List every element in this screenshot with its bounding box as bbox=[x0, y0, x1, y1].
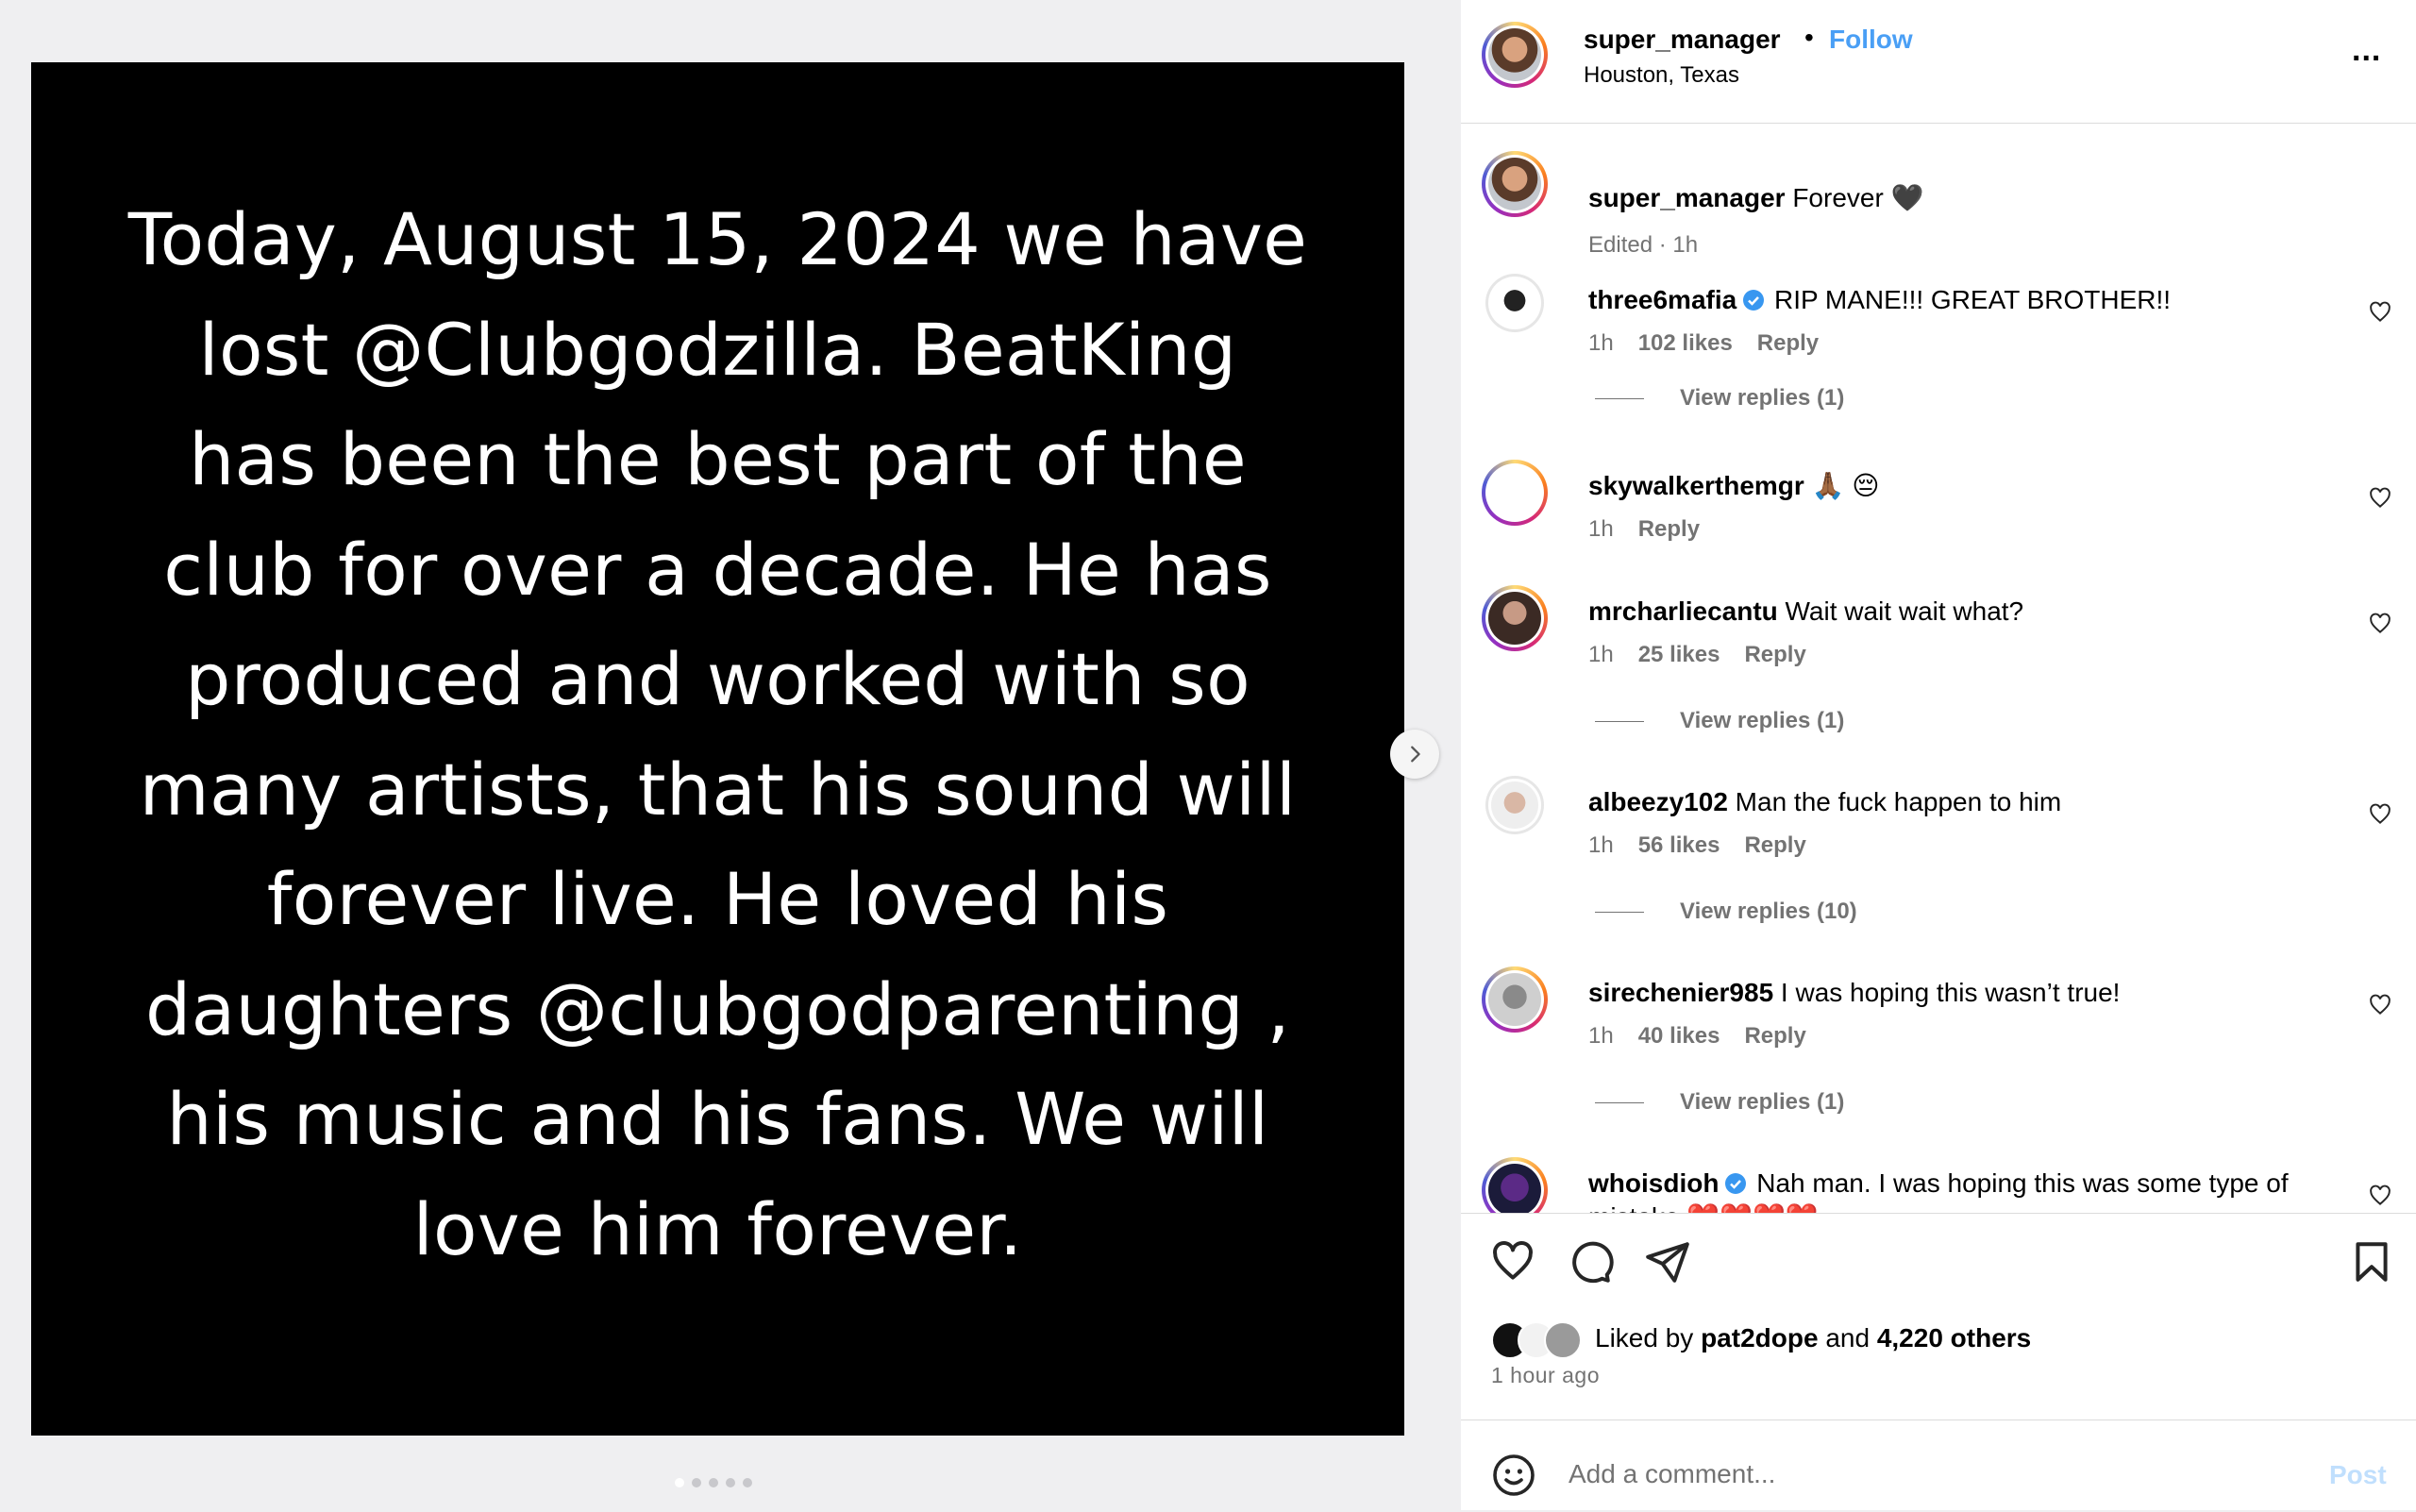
slide-dot bbox=[743, 1478, 752, 1487]
liked-prefix: Liked by bbox=[1595, 1323, 1694, 1352]
avatar[interactable] bbox=[1482, 460, 1548, 526]
slide-dot bbox=[692, 1478, 701, 1487]
avatar[interactable] bbox=[1482, 1157, 1548, 1213]
chevron-right-icon bbox=[1411, 746, 1420, 763]
view-replies-button[interactable]: View replies (1) bbox=[1595, 385, 1844, 412]
reply-button[interactable]: Reply bbox=[1757, 330, 1819, 356]
comment-likes[interactable]: 40 likes bbox=[1638, 1023, 1720, 1049]
comment-likes[interactable]: 25 likes bbox=[1638, 642, 1720, 667]
post-side-panel: super_manager • Follow Houston, Texas ..… bbox=[1461, 0, 2416, 1510]
post-comment-button[interactable]: Post bbox=[2329, 1460, 2387, 1490]
separator-dot: • bbox=[1804, 23, 1814, 52]
reply-button[interactable]: Reply bbox=[1744, 832, 1805, 858]
comment-username[interactable]: mrcharliecantu bbox=[1588, 596, 1778, 626]
comment-username[interactable]: sirechenier985 bbox=[1588, 978, 1773, 1007]
emoji-icon[interactable] bbox=[1491, 1453, 1536, 1498]
verified-badge-icon bbox=[1725, 1173, 1747, 1194]
comment-time: 1h bbox=[1588, 642, 1614, 667]
reply-button[interactable]: Reply bbox=[1638, 516, 1700, 542]
post-image: Today, August 15, 2024 we have lost @Clu… bbox=[31, 62, 1404, 1436]
share-icon[interactable] bbox=[1644, 1238, 1691, 1285]
comment-username[interactable]: albeezy102 bbox=[1588, 787, 1728, 816]
media-area: Today, August 15, 2024 we have lost @Clu… bbox=[0, 0, 1461, 1510]
comments-list[interactable]: super_manager Forever 🖤 Edited · 1h thre… bbox=[1461, 123, 2416, 1213]
comment-like-icon[interactable] bbox=[2368, 612, 2392, 636]
follow-button[interactable]: Follow bbox=[1829, 25, 1913, 55]
post-image-text: Today, August 15, 2024 we have lost @Clu… bbox=[127, 197, 1308, 1271]
avatar[interactable] bbox=[1485, 776, 1544, 834]
view-replies-label[interactable]: View replies (1) bbox=[1680, 1089, 1844, 1116]
comment-username[interactable]: three6mafia bbox=[1588, 285, 1736, 314]
avatar[interactable] bbox=[1482, 966, 1548, 1033]
post-actions: Liked by pat2dope and 4,220 others 1 hou… bbox=[1461, 1213, 2416, 1511]
comment-text: 🙏🏾 😔 bbox=[1811, 471, 1880, 500]
slide-dot-active bbox=[675, 1478, 684, 1487]
comment-likes[interactable]: 102 likes bbox=[1638, 330, 1733, 356]
slide-dot bbox=[709, 1478, 718, 1487]
comment-username[interactable]: skywalkerthemgr bbox=[1588, 471, 1804, 500]
caption-text: Forever 🖤 bbox=[1792, 183, 1924, 212]
location-link[interactable]: Houston, Texas bbox=[1584, 62, 1739, 89]
liked-others-link[interactable]: 4,220 others bbox=[1877, 1323, 2031, 1352]
view-replies-label[interactable]: View replies (1) bbox=[1680, 385, 1844, 412]
save-bookmark-icon[interactable] bbox=[2348, 1238, 2395, 1285]
comment-like-icon[interactable] bbox=[2368, 802, 2392, 827]
comment-like-icon[interactable] bbox=[2368, 486, 2392, 511]
comment-likes[interactable]: 56 likes bbox=[1638, 832, 1720, 858]
comment-like-icon[interactable] bbox=[2368, 993, 2392, 1017]
comment-time: 1h bbox=[1588, 516, 1614, 542]
liked-and: and bbox=[1825, 1323, 1871, 1352]
caption-meta: Edited · 1h bbox=[1588, 232, 1699, 258]
comment-time: 1h bbox=[1588, 832, 1614, 858]
avatar[interactable] bbox=[1485, 274, 1544, 332]
post-header: super_manager • Follow Houston, Texas ..… bbox=[1461, 0, 2416, 124]
comment-time: 1h bbox=[1588, 1023, 1614, 1049]
liked-user-link[interactable]: pat2dope bbox=[1701, 1323, 1818, 1352]
comment-icon[interactable] bbox=[1567, 1238, 1614, 1285]
comment-bar: Post bbox=[1461, 1420, 2416, 1512]
reply-button[interactable]: Reply bbox=[1744, 642, 1805, 667]
comment-like-icon[interactable] bbox=[2368, 1184, 2392, 1208]
slide-dot bbox=[726, 1478, 735, 1487]
comment-time: 1h bbox=[1588, 330, 1614, 356]
post-timestamp[interactable]: 1 hour ago bbox=[1491, 1363, 1600, 1388]
view-replies-button[interactable]: View replies (10) bbox=[1595, 899, 1857, 925]
caption-username[interactable]: super_manager bbox=[1588, 183, 1786, 212]
liked-by-avatars bbox=[1491, 1321, 1582, 1359]
comment-text: RIP MANE!!! GREAT BROTHER!! bbox=[1773, 285, 2172, 314]
reply-button[interactable]: Reply bbox=[1744, 1023, 1805, 1049]
view-replies-button[interactable]: View replies (1) bbox=[1595, 1089, 1844, 1116]
view-replies-label[interactable]: View replies (10) bbox=[1680, 899, 1857, 925]
verified-badge-icon bbox=[1743, 290, 1765, 311]
header-username[interactable]: super_manager bbox=[1584, 25, 1781, 55]
avatar[interactable] bbox=[1482, 585, 1548, 651]
avatar bbox=[1544, 1321, 1582, 1359]
next-slide-button[interactable] bbox=[1390, 730, 1439, 779]
comment-text: Wait wait wait what? bbox=[1785, 596, 2024, 626]
comment-input[interactable] bbox=[1567, 1458, 2231, 1490]
view-replies-button[interactable]: View replies (1) bbox=[1595, 708, 1844, 734]
slide-indicator bbox=[675, 1478, 752, 1487]
comment-username[interactable]: whoisdioh bbox=[1588, 1168, 1719, 1198]
heart-icon[interactable] bbox=[1489, 1238, 1536, 1285]
liked-by-text: Liked by pat2dope and 4,220 others bbox=[1595, 1323, 2031, 1353]
comment-text: Man the fuck happen to him bbox=[1735, 787, 2062, 816]
avatar[interactable] bbox=[1482, 22, 1548, 88]
view-replies-label[interactable]: View replies (1) bbox=[1680, 708, 1844, 734]
comment-like-icon[interactable] bbox=[2368, 300, 2392, 325]
more-options-icon[interactable]: ... bbox=[2352, 32, 2381, 69]
comment-text: I was hoping this wasn’t true! bbox=[1780, 978, 2121, 1007]
avatar[interactable] bbox=[1482, 151, 1548, 217]
